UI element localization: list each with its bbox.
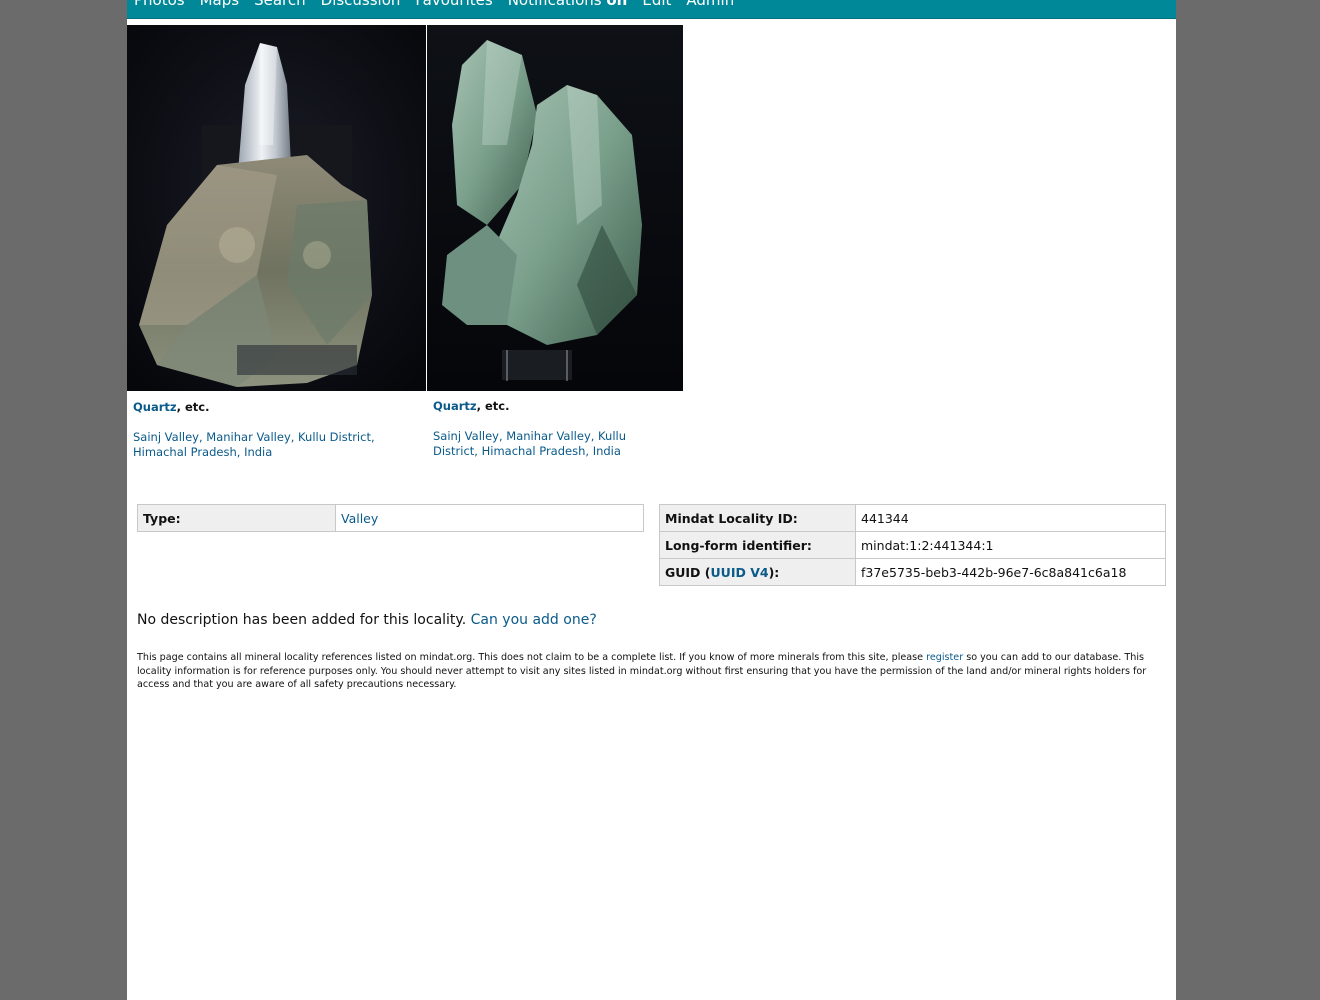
nav-notifications-label: Notifications	[507, 0, 602, 9]
quartz-specimen-image-1	[127, 25, 426, 391]
nav-edit[interactable]: Edit	[642, 0, 671, 9]
table-row: Type: Valley	[137, 504, 644, 532]
guid-label-prefix: GUID (	[665, 564, 711, 580]
table-row: Mindat Locality ID: 441344	[659, 504, 1166, 532]
nav-photos[interactable]: Photos	[134, 0, 185, 9]
disclaimer-text: This page contains all mineral locality …	[137, 651, 1167, 692]
mineral-photo-2[interactable]	[427, 25, 683, 391]
caption-mineral-2: Quartz, etc.	[433, 399, 673, 415]
guid-label-suffix: ):	[768, 564, 780, 580]
table-row: Long-form identifier: mindat:1:2:441344:…	[659, 531, 1166, 559]
nav-discussion[interactable]: Discussion	[321, 0, 401, 9]
guid-label: GUID (UUID V4):	[659, 558, 856, 586]
quartz-specimen-image-2	[427, 25, 683, 391]
locality-id-table: Mindat Locality ID: 441344 Long-form ide…	[659, 504, 1166, 586]
type-value: Valley	[335, 504, 644, 532]
description-text: No description has been added for this l…	[137, 612, 467, 628]
longform-value: mindat:1:2:441344:1	[855, 531, 1166, 559]
uuid-v4-link[interactable]: UUID V4	[711, 565, 769, 580]
mineral-link-1[interactable]: Quartz	[133, 400, 177, 414]
locality-link-2[interactable]: Sainj Valley, Manihar Valley, Kullu Dist…	[433, 429, 626, 459]
register-link[interactable]: register	[926, 652, 963, 663]
nav-maps[interactable]: Maps	[200, 0, 239, 9]
photo-caption-1: Quartz, etc. Sainj Valley, Manihar Valle…	[133, 400, 418, 461]
locality-id-label: Mindat Locality ID:	[659, 504, 856, 532]
photo-caption-2: Quartz, etc. Sainj Valley, Manihar Valle…	[433, 399, 673, 460]
caption-locality-1: Sainj Valley, Manihar Valley, Kullu Dist…	[133, 430, 418, 461]
locality-link-1[interactable]: Sainj Valley, Manihar Valley, Kullu Dist…	[133, 430, 375, 460]
guid-value: f37e5735-beb3-442b-96e7-6c8a841c6a18	[855, 558, 1166, 586]
table-row: GUID (UUID V4): f37e5735-beb3-442b-96e7-…	[659, 558, 1166, 586]
disclaimer-before: This page contains all mineral locality …	[137, 652, 927, 663]
type-label: Type:	[137, 504, 336, 532]
caption-etc-2: , etc.	[476, 399, 510, 413]
caption-locality-2: Sainj Valley, Manihar Valley, Kullu Dist…	[433, 429, 673, 460]
locality-description: No description has been added for this l…	[137, 612, 597, 628]
locality-type-table: Type: Valley	[137, 504, 644, 532]
caption-etc-1: , etc.	[176, 400, 210, 414]
nav-search[interactable]: Search	[254, 0, 306, 9]
nav-notifications[interactable]: Notifications on	[508, 0, 628, 9]
type-value-link[interactable]: Valley	[341, 511, 378, 526]
mineral-photo-1[interactable]	[127, 25, 426, 391]
nav-favourites[interactable]: Favourites	[415, 0, 492, 9]
locality-id-value: 441344	[855, 504, 1166, 532]
nav-admin[interactable]: Admin	[686, 0, 734, 9]
top-navbar: Photos Maps Search Discussion Favourites…	[127, 0, 1176, 19]
nav-notifications-state: on	[606, 0, 628, 9]
longform-label: Long-form identifier:	[659, 531, 856, 559]
mineral-link-2[interactable]: Quartz	[433, 399, 477, 413]
caption-mineral-1: Quartz, etc.	[133, 400, 418, 416]
add-description-link[interactable]: Can you add one?	[471, 612, 597, 628]
